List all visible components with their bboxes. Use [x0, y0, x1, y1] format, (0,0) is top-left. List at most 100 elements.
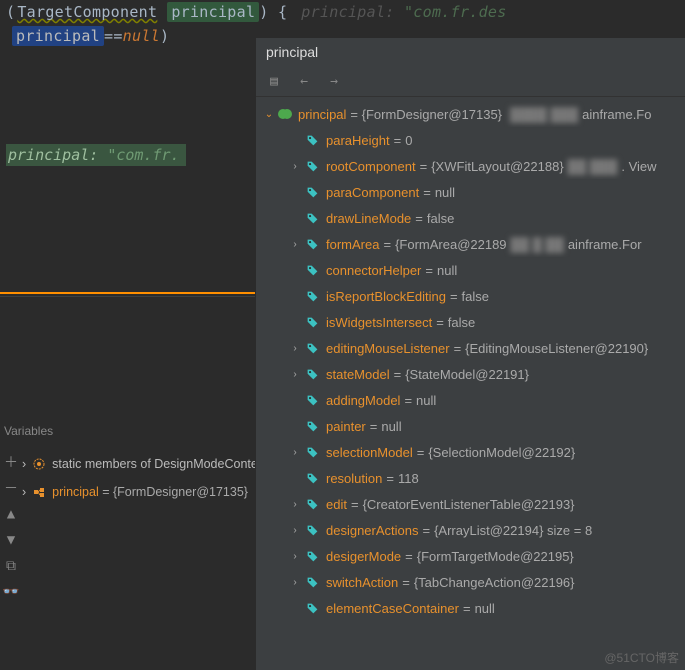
- add-watch-button[interactable]: ＋: [3, 454, 19, 470]
- object-tree[interactable]: ⌄principal = {FormDesigner@17135}████ ██…: [256, 97, 685, 670]
- tree-node[interactable]: ›rootComponent = {XWFitLayout@22188}██ █…: [256, 153, 685, 179]
- tree-node[interactable]: ›paraComponent = null: [256, 179, 685, 205]
- chevron-right-icon[interactable]: ›: [288, 159, 302, 173]
- back-icon[interactable]: ←: [296, 73, 312, 89]
- static-badge-icon: [32, 457, 46, 471]
- field-name: resolution: [326, 471, 382, 486]
- redacted: ██ █ ██: [511, 237, 564, 252]
- tree-node[interactable]: ›connectorHelper = null: [256, 257, 685, 283]
- tree-node[interactable]: ›edit = {CreatorEventListenerTable@22193…: [256, 491, 685, 517]
- tree-root-node[interactable]: ⌄principal = {FormDesigner@17135}████ ██…: [256, 101, 685, 127]
- chevron-right-icon[interactable]: ›: [22, 485, 26, 499]
- tree-node[interactable]: ›isWidgetsIntersect = false: [256, 309, 685, 335]
- field-icon: [304, 264, 320, 276]
- variable-row[interactable]: › static members of DesignModeConte: [22, 450, 256, 478]
- tree-node[interactable]: ›addingModel = null: [256, 387, 685, 413]
- equals: =: [379, 237, 395, 252]
- tree-node[interactable]: ›drawLineMode = false: [256, 205, 685, 231]
- tree-node[interactable]: ›formArea = {FormArea@22189██ █ ██ainfra…: [256, 231, 685, 257]
- field-icon: [304, 446, 320, 458]
- equals: =: [450, 341, 466, 356]
- paren: (: [6, 3, 15, 21]
- tree-node[interactable]: ›stateModel = {StateModel@22191}: [256, 361, 685, 387]
- field-icon: [304, 290, 320, 302]
- field-value: {XWFitLayout@22188}: [431, 159, 563, 174]
- operator: ==: [104, 27, 123, 45]
- tree-node[interactable]: ›desigerMode = {FormTargetMode@22195}: [256, 543, 685, 569]
- chevron-right-icon[interactable]: ›: [22, 457, 26, 471]
- field-icon: [304, 524, 320, 536]
- tree-node[interactable]: ›resolution = 118: [256, 465, 685, 491]
- equals: =: [398, 575, 414, 590]
- watermark: @51CTO博客: [604, 649, 679, 666]
- chevron-right-icon[interactable]: ›: [288, 497, 302, 511]
- tree-node[interactable]: ›painter = null: [256, 413, 685, 439]
- field-icon: [304, 368, 320, 380]
- variable-usage: principal: [12, 26, 104, 46]
- field-name: designerActions: [326, 523, 419, 538]
- history-icon[interactable]: ▤: [266, 73, 282, 89]
- chevron-right-icon[interactable]: ›: [288, 445, 302, 459]
- field-name: editingMouseListener: [326, 341, 450, 356]
- variables-list[interactable]: › static members of DesignModeConte › pr…: [22, 450, 256, 506]
- remove-watch-button[interactable]: －: [3, 480, 19, 496]
- field-icon: [304, 472, 320, 484]
- field-value: null: [381, 419, 401, 434]
- tree-node[interactable]: ›isReportBlockEditing = false: [256, 283, 685, 309]
- field-name: drawLineMode: [326, 211, 411, 226]
- field-value: null: [435, 185, 455, 200]
- up-button[interactable]: ▲: [3, 506, 19, 522]
- field-name: formArea: [326, 237, 379, 252]
- field-value-suffix: . View: [621, 159, 656, 174]
- tree-node[interactable]: ›elementCaseContainer = null: [256, 595, 685, 621]
- variable-name: principal: [52, 485, 99, 499]
- field-icon: [304, 576, 320, 588]
- field-icon: [304, 212, 320, 224]
- inline-label: principal:: [8, 146, 98, 164]
- field-value: {StateModel@22191}: [405, 367, 529, 382]
- chevron-right-icon[interactable]: ›: [288, 341, 302, 355]
- editor-divider: [0, 296, 256, 297]
- variable-value: = {FormDesigner@17135}: [99, 485, 248, 499]
- field-value: false: [462, 289, 489, 304]
- tree-node[interactable]: ›selectionModel = {SelectionModel@22192}: [256, 439, 685, 465]
- chevron-down-icon[interactable]: ⌄: [262, 107, 276, 121]
- chevron-right-icon[interactable]: ›: [288, 549, 302, 563]
- field-name: isWidgetsIntersect: [326, 315, 432, 330]
- variables-gutter: ＋ － ▲ ▼ ⧉ 👓: [0, 450, 22, 600]
- field-icon: [304, 602, 320, 614]
- field-value: null: [475, 601, 495, 616]
- variables-panel: Variables ＋ － ▲ ▼ ⧉ 👓 › static members o…: [0, 300, 256, 670]
- field-name: desigerMode: [326, 549, 401, 564]
- glasses-icon[interactable]: 👓: [3, 584, 19, 600]
- equals: =: [382, 471, 398, 486]
- tree-node[interactable]: ›paraHeight = 0: [256, 127, 685, 153]
- redacted: ██ ███: [568, 159, 618, 174]
- field-name: addingModel: [326, 393, 400, 408]
- chevron-right-icon[interactable]: ›: [288, 367, 302, 381]
- equals: =: [347, 497, 363, 512]
- chevron-right-icon[interactable]: ›: [288, 237, 302, 251]
- field-icon: [304, 186, 320, 198]
- tree-node[interactable]: ›designerActions = {ArrayList@22194} siz…: [256, 517, 685, 543]
- tree-node[interactable]: ›switchAction = {TabChangeAction@22196}: [256, 569, 685, 595]
- down-button[interactable]: ▼: [3, 532, 19, 548]
- copy-button[interactable]: ⧉: [3, 558, 19, 574]
- param-name: principal: [167, 2, 259, 22]
- forward-icon[interactable]: →: [326, 73, 342, 89]
- chevron-right-icon[interactable]: ›: [288, 523, 302, 537]
- field-value: {EditingMouseListener@22190}: [465, 341, 648, 356]
- field-value-suffix: ainframe.For: [568, 237, 642, 252]
- chevron-right-icon[interactable]: ›: [288, 575, 302, 589]
- variable-row[interactable]: › principal = {FormDesigner@17135}: [22, 478, 256, 506]
- root: ( TargetComponent principal ) { principa…: [0, 0, 685, 670]
- field-name: painter: [326, 419, 366, 434]
- field-name: paraHeight: [326, 133, 390, 148]
- field-value: false: [448, 315, 475, 330]
- tree-node[interactable]: › editingMouseListener = {EditingMouseLis…: [256, 335, 685, 361]
- field-value: 118: [398, 471, 419, 486]
- inline-value: "com.fr.: [107, 146, 179, 164]
- equals: =: [446, 289, 462, 304]
- paren-close: ): [160, 27, 169, 45]
- signature-close: ) {: [259, 3, 287, 21]
